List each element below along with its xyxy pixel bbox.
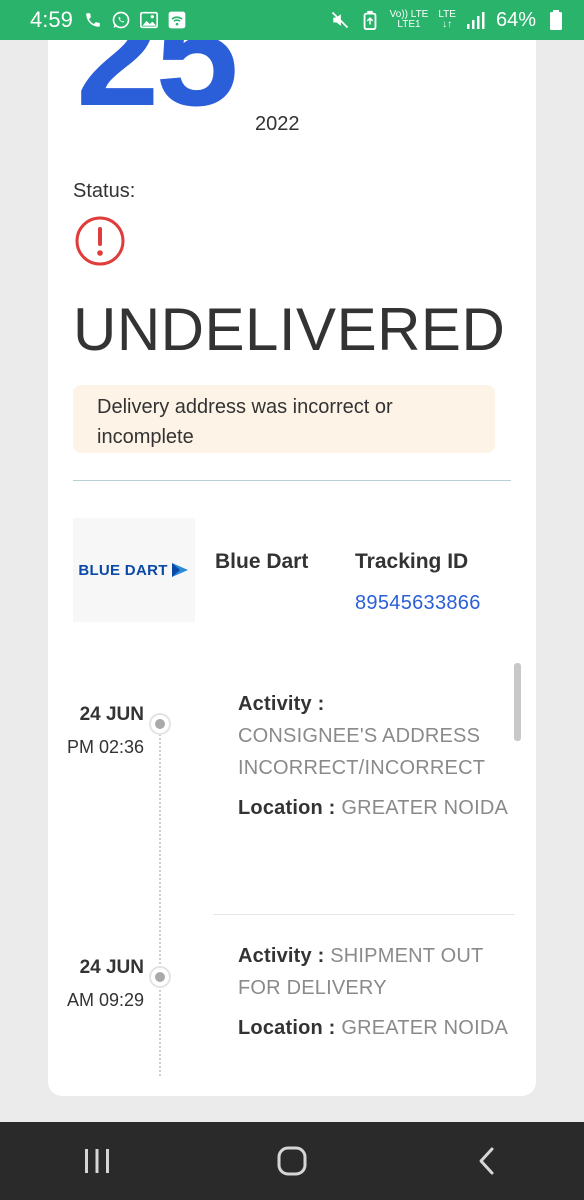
timeline-time: 09:29 AM bbox=[66, 990, 144, 1010]
back-button[interactable] bbox=[447, 1131, 527, 1191]
status-label: Status: bbox=[73, 180, 136, 202]
signal-icon bbox=[466, 10, 486, 30]
recents-button[interactable] bbox=[57, 1131, 137, 1191]
delivery-date-year: 2022 bbox=[255, 113, 300, 135]
scrollbar-thumb[interactable] bbox=[514, 663, 521, 741]
activity-line: Activity : bbox=[238, 688, 513, 720]
location-line: Location : GREATER NOIDA bbox=[238, 1012, 513, 1044]
location-text: GREATER NOIDA bbox=[341, 797, 509, 819]
recents-icon bbox=[85, 1149, 110, 1173]
timeline-separator bbox=[213, 914, 515, 915]
status-reason: Delivery address was incorrect or incomp… bbox=[73, 385, 495, 453]
timeline-date: 24 JUN bbox=[79, 957, 144, 978]
battery-icon bbox=[546, 10, 566, 30]
carrier-name: Blue Dart bbox=[215, 550, 309, 573]
alert-circle-icon bbox=[74, 215, 126, 267]
lte-indicator: LTE ↓↑ bbox=[438, 9, 456, 30]
back-icon bbox=[479, 1147, 494, 1175]
shipment-status: UNDELIVERED bbox=[73, 296, 506, 363]
carrier-logo-text: BLUE DART bbox=[78, 561, 168, 579]
wifi-hotspot-icon bbox=[167, 10, 187, 30]
whatsapp-icon bbox=[111, 10, 131, 30]
timeline-line bbox=[159, 726, 161, 1076]
timeline-dot bbox=[149, 966, 171, 988]
phone-icon bbox=[83, 10, 103, 30]
status-bar: 4:59 Vo)) LTE LTE1 LTE ↓↑ 64% bbox=[0, 0, 584, 40]
system-nav-bar bbox=[0, 1122, 584, 1200]
battery-saver-icon bbox=[360, 10, 380, 30]
system-indicators: Vo)) LTE LTE1 LTE ↓↑ 64% bbox=[330, 9, 566, 32]
tracking-id-label: Tracking ID bbox=[355, 550, 469, 573]
timeline-dot bbox=[149, 713, 171, 735]
home-icon bbox=[277, 1146, 307, 1176]
activity-label: Activity : bbox=[238, 945, 325, 967]
shipment-card: 25 2022 Status: UNDELIVERED Delivery add… bbox=[48, 40, 536, 1096]
activity-text: CONSIGNEE'S ADDRESS INCORRECT/INCORRECT bbox=[238, 725, 486, 779]
location-label: Location : bbox=[238, 797, 336, 819]
divider bbox=[73, 480, 511, 481]
status-time: 4:59 bbox=[30, 7, 73, 32]
arrow-right-icon bbox=[171, 563, 188, 577]
location-text: GREATER NOIDA bbox=[341, 1017, 509, 1039]
home-button[interactable] bbox=[252, 1131, 332, 1191]
timeline-time: 02:36 PM bbox=[66, 737, 144, 757]
location-label: Location : bbox=[238, 1017, 336, 1039]
delivery-date-day: 25 bbox=[76, 40, 239, 137]
activity-label: Activity : bbox=[238, 693, 325, 715]
timeline-details: Activity : SHIPMENT OUT FOR DELIVERY Loc… bbox=[238, 940, 513, 1044]
battery-percent: 64% bbox=[495, 8, 536, 31]
timeline-details: Activity : CONSIGNEE'S ADDRESS INCORRECT… bbox=[238, 688, 513, 824]
activity-line: Activity : SHIPMENT OUT FOR DELIVERY bbox=[238, 940, 513, 1004]
notification-icons bbox=[83, 10, 187, 30]
timeline-date: 24 JUN bbox=[79, 704, 144, 725]
gallery-icon bbox=[139, 10, 159, 30]
carrier-logo: BLUE DART bbox=[73, 518, 195, 622]
mute-icon bbox=[330, 10, 350, 30]
tracking-id-link[interactable]: 89545633866 bbox=[355, 592, 481, 615]
location-line: Location : GREATER NOIDA bbox=[238, 792, 513, 824]
volte-indicator: Vo)) LTE LTE1 bbox=[389, 9, 429, 30]
